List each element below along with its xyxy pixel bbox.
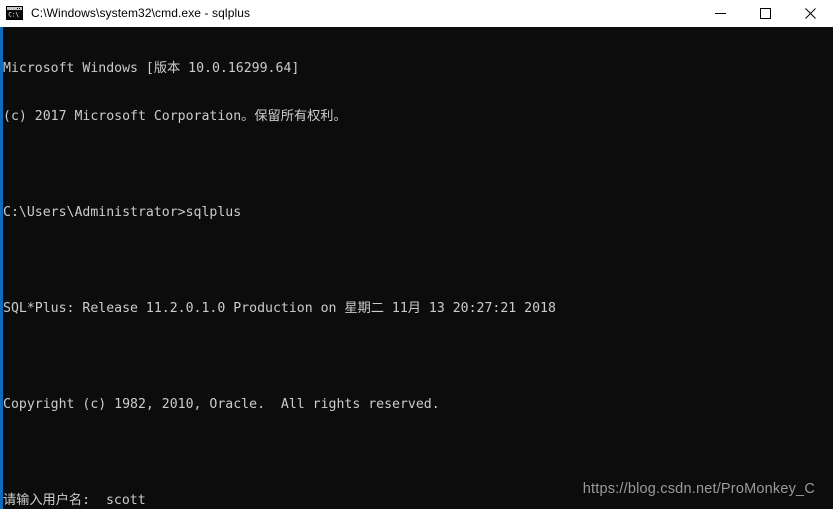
window-controls bbox=[698, 0, 833, 27]
terminal-line-copyright: Copyright (c) 1982, 2010, Oracle. All ri… bbox=[3, 397, 440, 412]
window-titlebar[interactable]: C:\ C:\Windows\system32\cmd.exe - sqlplu… bbox=[0, 0, 833, 27]
terminal-line: (c) 2017 Microsoft Corporation。保留所有权利。 bbox=[3, 109, 347, 124]
cmd-window: C:\ C:\Windows\system32\cmd.exe - sqlplu… bbox=[0, 0, 833, 509]
terminal-line: Microsoft Windows [版本 10.0.16299.64] bbox=[3, 61, 300, 76]
window-title: C:\Windows\system32\cmd.exe - sqlplus bbox=[31, 6, 251, 20]
terminal-line-command-sqlplus: C:\Users\Administrator>sqlplus bbox=[3, 205, 242, 220]
terminal-line-sqlplus-banner: SQL*Plus: Release 11.2.0.1.0 Production … bbox=[3, 301, 556, 316]
minimize-button[interactable] bbox=[698, 0, 743, 27]
maximize-button[interactable] bbox=[743, 0, 788, 27]
close-button[interactable] bbox=[788, 0, 833, 27]
watermark-text: https://blog.csdn.net/ProMonkey_C bbox=[582, 481, 815, 497]
active-window-accent-bar bbox=[0, 27, 3, 509]
console-output-area[interactable]: Microsoft Windows [版本 10.0.16299.64] (c)… bbox=[0, 27, 833, 509]
terminal-text: Microsoft Windows [版本 10.0.16299.64] (c)… bbox=[3, 27, 833, 509]
cmd-console-icon: C:\ bbox=[6, 5, 23, 22]
svg-text:C:\: C:\ bbox=[8, 12, 19, 19]
